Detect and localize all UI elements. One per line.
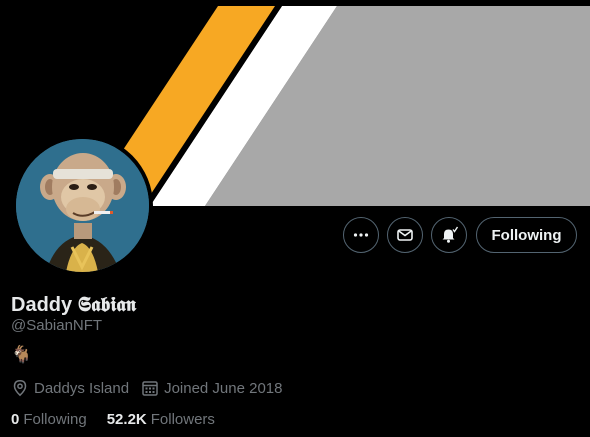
profile-stats: 0 Following 52.2K Followers: [11, 411, 235, 428]
joined-text: Joined June 2018: [164, 379, 283, 397]
location-item: Daddys Island: [11, 379, 129, 397]
following-button[interactable]: Following: [476, 217, 577, 253]
location-text: Daddys Island: [34, 379, 130, 397]
following-label: Following: [23, 411, 87, 428]
calendar-icon: [142, 381, 158, 396]
message-icon: [397, 229, 413, 241]
joined-item: Joined June 2018: [141, 379, 283, 397]
followers-link[interactable]: 52.2K Followers: [107, 411, 215, 428]
followers-label: Followers: [150, 411, 215, 428]
following-count: 0: [11, 411, 20, 428]
bell-icon: [442, 226, 459, 243]
following-link[interactable]: 0 Following: [11, 411, 87, 428]
location-pin-icon: [13, 380, 27, 397]
followers-count: 52.2K: [106, 411, 147, 428]
notify-button[interactable]: [431, 217, 467, 253]
more-button[interactable]: [343, 217, 379, 253]
display-name-plain: Daddy: [11, 294, 73, 316]
profile-handle: @SabianNFT: [11, 317, 103, 334]
message-button[interactable]: [387, 217, 423, 253]
more-icon: [353, 233, 369, 237]
display-name-styled: 𝕾𝖆𝖇𝖎𝖆𝖓: [77, 292, 137, 316]
profile-meta: Daddys Island Joined June 2018: [11, 379, 295, 397]
profile-actions: Following: [0, 217, 590, 255]
profile-bio: 🐐: [11, 345, 33, 364]
display-name: Daddy 𝕾𝖆𝖇𝖎𝖆𝖓: [11, 292, 136, 317]
